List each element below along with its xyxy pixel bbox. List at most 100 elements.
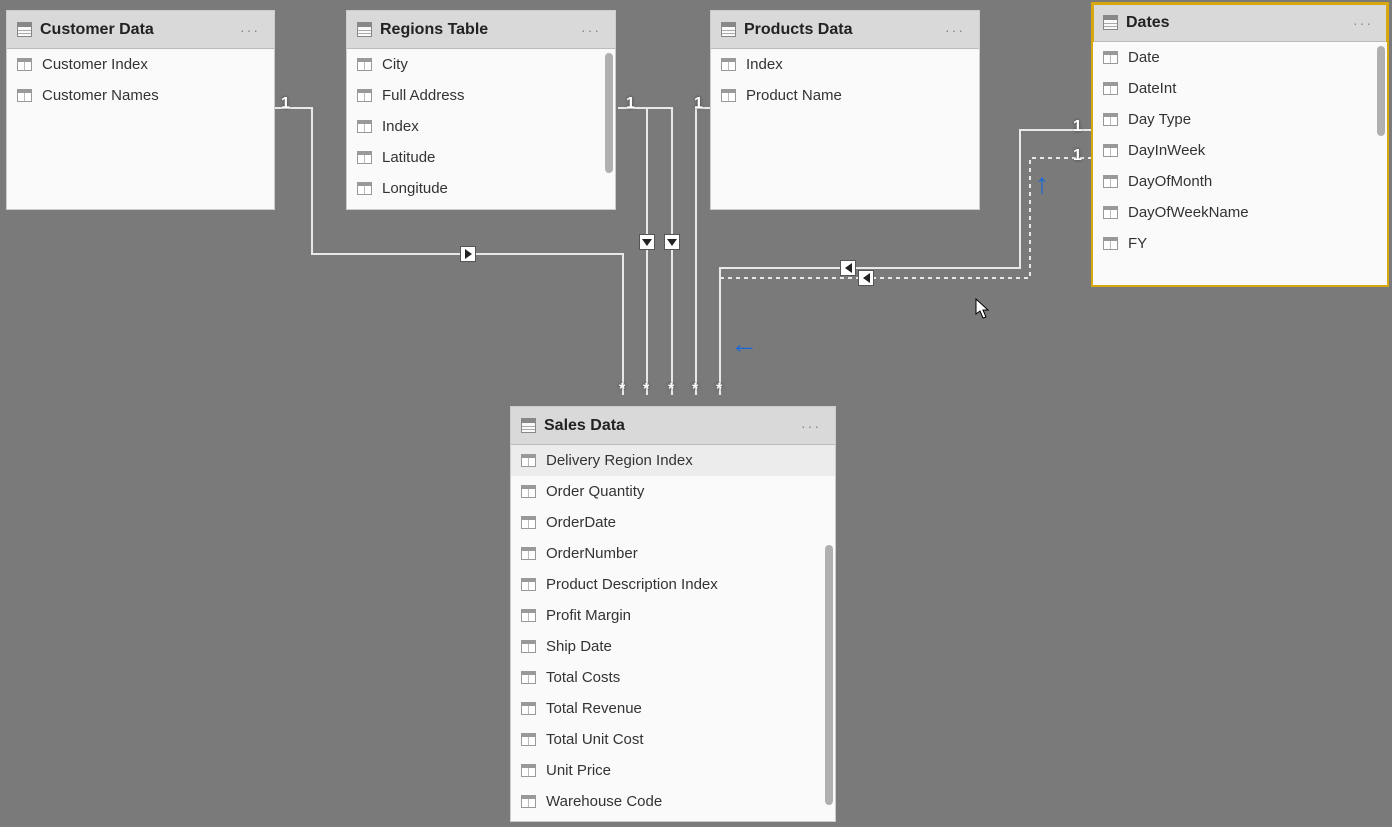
column-icon	[1103, 113, 1118, 126]
column-icon	[357, 89, 372, 102]
scrollbar-thumb[interactable]	[825, 545, 833, 805]
cardinality-many: *	[716, 381, 722, 399]
column-icon	[357, 151, 372, 164]
field-row[interactable]: Unit Price	[511, 755, 835, 786]
field-row[interactable]: Warehouse Code	[511, 786, 835, 817]
more-options-icon[interactable]: ···	[577, 22, 605, 38]
field-row[interactable]: Longitude	[347, 173, 615, 204]
table-icon	[17, 22, 32, 37]
field-row[interactable]: Latitude	[347, 142, 615, 173]
column-icon	[521, 795, 536, 808]
field-label: Delivery Region Index	[546, 452, 693, 469]
more-options-icon[interactable]: ···	[1349, 15, 1377, 31]
more-options-icon[interactable]: ···	[797, 418, 825, 434]
field-list: Index Product Name	[711, 49, 979, 209]
field-row[interactable]: DayOfMonth	[1093, 166, 1387, 197]
table-header[interactable]: Regions Table ···	[347, 11, 615, 49]
field-label: Total Revenue	[546, 700, 642, 717]
field-row[interactable]: Customer Names	[7, 80, 274, 111]
column-icon	[17, 89, 32, 102]
field-label: DateInt	[1128, 80, 1176, 97]
field-label: Warehouse Code	[546, 793, 662, 810]
field-row[interactable]: Index	[347, 111, 615, 142]
field-row[interactable]: Index	[711, 49, 979, 80]
field-row[interactable]: Delivery Region Index	[511, 445, 835, 476]
cardinality-one: 1	[281, 95, 290, 113]
field-row[interactable]: City	[347, 49, 615, 80]
column-icon	[521, 764, 536, 777]
filter-direction-down-icon	[664, 234, 680, 250]
field-row[interactable]: Total Costs	[511, 662, 835, 693]
column-icon	[357, 182, 372, 195]
field-row[interactable]: Profit Margin	[511, 600, 835, 631]
column-icon	[1103, 51, 1118, 64]
field-row[interactable]: Ship Date	[511, 631, 835, 662]
filter-direction-left-icon	[840, 260, 856, 276]
cardinality-many: *	[692, 381, 698, 399]
table-title: Dates	[1126, 14, 1341, 32]
annotation-arrow-up-icon: ↑	[1035, 168, 1049, 200]
table-header[interactable]: Dates ···	[1093, 4, 1387, 42]
table-icon	[1103, 15, 1118, 30]
field-list: Date DateInt Day Type DayInWeek DayOfMon…	[1093, 42, 1387, 285]
cardinality-one: 1	[626, 95, 635, 113]
cardinality-many: *	[668, 381, 674, 399]
table-title: Regions Table	[380, 21, 569, 39]
column-icon	[521, 609, 536, 622]
table-regions[interactable]: Regions Table ··· City Full Address Inde…	[346, 10, 616, 210]
field-row[interactable]: Product Name	[711, 80, 979, 111]
table-products[interactable]: Products Data ··· Index Product Name	[710, 10, 980, 210]
field-label: Total Costs	[546, 669, 620, 686]
field-row[interactable]: Product Description Index	[511, 569, 835, 600]
column-icon	[521, 485, 536, 498]
field-row[interactable]: DateInt	[1093, 73, 1387, 104]
field-label: Customer Index	[42, 56, 148, 73]
field-row[interactable]: FY	[1093, 228, 1387, 259]
filter-direction-right-icon	[460, 246, 476, 262]
table-customer-data[interactable]: Customer Data ··· Customer Index Custome…	[6, 10, 275, 210]
field-label: OrderDate	[546, 514, 616, 531]
column-icon	[1103, 237, 1118, 250]
column-icon	[521, 733, 536, 746]
more-options-icon[interactable]: ···	[236, 22, 264, 38]
table-dates[interactable]: Dates ··· Date DateInt Day Type DayInWee…	[1092, 3, 1388, 286]
field-row[interactable]: Date	[1093, 42, 1387, 73]
table-header[interactable]: Customer Data ···	[7, 11, 274, 49]
field-row[interactable]: Day Type	[1093, 104, 1387, 135]
field-row[interactable]: OrderNumber	[511, 538, 835, 569]
field-label: DayOfWeekName	[1128, 204, 1249, 221]
table-header[interactable]: Products Data ···	[711, 11, 979, 49]
column-icon	[521, 578, 536, 591]
field-row[interactable]: Full Address	[347, 80, 615, 111]
field-label: DayInWeek	[1128, 142, 1205, 159]
field-row[interactable]: Total Unit Cost	[511, 724, 835, 755]
scrollbar-thumb[interactable]	[1377, 46, 1385, 136]
field-row[interactable]: Order Quantity	[511, 476, 835, 507]
column-icon	[521, 640, 536, 653]
table-header[interactable]: Sales Data ···	[511, 407, 835, 445]
table-sales[interactable]: Sales Data ··· Delivery Region Index Ord…	[510, 406, 836, 822]
annotation-arrow-left-icon: ←	[730, 328, 758, 360]
field-label: Latitude	[382, 149, 435, 166]
field-label: Total Unit Cost	[546, 731, 644, 748]
field-label: Index	[382, 118, 419, 135]
cardinality-many: *	[619, 381, 625, 399]
more-options-icon[interactable]: ···	[941, 22, 969, 38]
field-label: Product Name	[746, 87, 842, 104]
column-icon	[721, 58, 736, 71]
field-row[interactable]: DayInWeek	[1093, 135, 1387, 166]
field-row[interactable]: Customer Index	[7, 49, 274, 80]
table-icon	[721, 22, 736, 37]
field-label: Unit Price	[546, 762, 611, 779]
table-title: Products Data	[744, 21, 933, 39]
field-label: Longitude	[382, 180, 448, 197]
scrollbar-thumb[interactable]	[605, 53, 613, 173]
column-icon	[721, 89, 736, 102]
field-label: DayOfMonth	[1128, 173, 1212, 190]
column-icon	[17, 58, 32, 71]
field-row[interactable]: OrderDate	[511, 507, 835, 538]
field-row[interactable]: DayOfWeekName	[1093, 197, 1387, 228]
field-label: FY	[1128, 235, 1147, 252]
field-row[interactable]: Total Revenue	[511, 693, 835, 724]
field-label: Customer Names	[42, 87, 159, 104]
